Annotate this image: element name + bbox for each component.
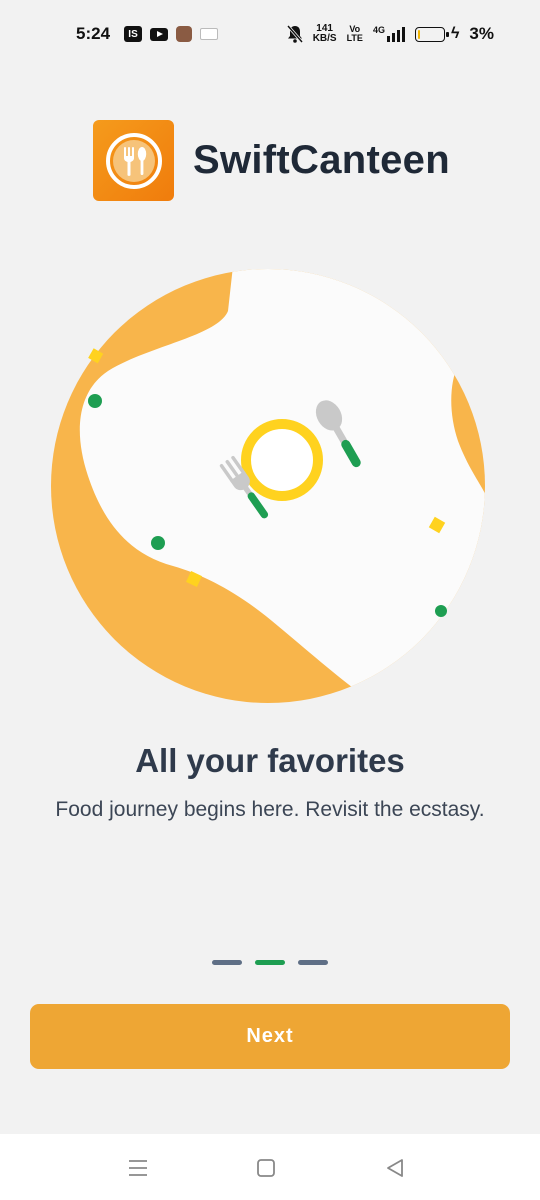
volte-bottom: LTE bbox=[346, 33, 363, 43]
plate-with-fork-and-spoon-icon bbox=[51, 269, 485, 703]
page-indicator-dot-active[interactable] bbox=[255, 960, 285, 965]
next-button[interactable]: Next bbox=[30, 1004, 510, 1069]
onboarding-title: All your favorites bbox=[135, 742, 405, 779]
volte-indicator: Vo LTE bbox=[347, 25, 363, 43]
status-time: 5:24 bbox=[76, 24, 111, 43]
battery-fill bbox=[417, 29, 420, 39]
brand-name: SwiftCanteen bbox=[193, 138, 450, 182]
app-is-icon: IS bbox=[124, 26, 143, 42]
bell-muted-icon bbox=[286, 25, 303, 43]
status-right: 141 KB/S Vo LTE 4G ϟ 3% bbox=[286, 0, 494, 68]
confetti-dot bbox=[151, 536, 165, 550]
plate bbox=[241, 419, 323, 501]
charging-bolt-icon: ϟ bbox=[450, 25, 460, 42]
battery-icon bbox=[414, 26, 449, 42]
square-home-icon[interactable] bbox=[254, 1156, 278, 1180]
fork-knife-plate-icon bbox=[93, 120, 174, 201]
page-indicator-dot[interactable] bbox=[212, 960, 242, 965]
onboarding-subtitle: Food journey begins here. Revisit the ec… bbox=[55, 798, 485, 821]
status-bar: 5:24 IS 141 KB/S Vo LTE 4G ϟ 3% bbox=[0, 0, 540, 68]
network-speed-unit: KB/S bbox=[312, 33, 337, 44]
youtube-icon bbox=[150, 27, 169, 41]
message-notification-icon bbox=[200, 28, 219, 40]
network-speed: 141 KB/S bbox=[313, 24, 337, 44]
onboarding-illustration bbox=[48, 266, 488, 706]
network-type: 4G bbox=[372, 25, 385, 35]
battery-percent: 3% bbox=[469, 24, 494, 43]
confetti-dot bbox=[88, 394, 102, 408]
page-indicator bbox=[0, 960, 540, 965]
page-indicator-dot[interactable] bbox=[298, 960, 328, 965]
system-nav-bar bbox=[0, 1134, 540, 1200]
confetti-dot bbox=[435, 605, 447, 617]
triangle-back-icon[interactable] bbox=[383, 1156, 407, 1180]
brand-header: SwiftCanteen bbox=[93, 120, 450, 201]
signal-icon: 4G bbox=[373, 26, 405, 42]
menu-lines-icon[interactable] bbox=[126, 1156, 150, 1180]
app-notification-icon bbox=[176, 26, 193, 42]
